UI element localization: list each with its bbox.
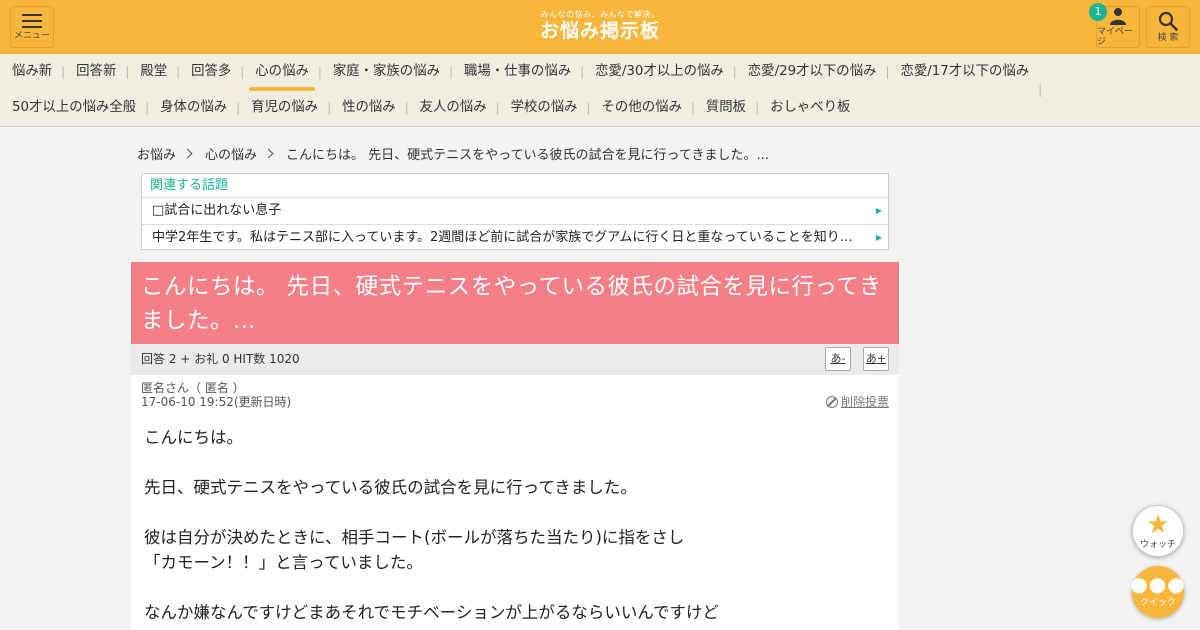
category-row-1: 悩み新 回答新 殿堂 回答多 心の悩み 家庭・家族の悩み 職場・仕事の悩み 恋愛… — [0, 54, 1053, 108]
cat-hall-of-fame[interactable]: 殿堂 — [125, 54, 179, 90]
notification-badge: 1 — [1089, 3, 1107, 21]
delete-vote-label: 削除投票 — [840, 395, 889, 409]
mypage-label: マイページ — [1097, 27, 1134, 47]
post-title-band: こんにちは。 先日、硬式テニスをやっている彼氏の試合を見に行ってきました。... — [131, 262, 899, 344]
menu-label: メニュー — [13, 31, 50, 41]
cat-new-posts[interactable]: 悩み新 — [0, 54, 64, 90]
post-stats-bar: 回答 2 + お礼 0 HIT数 1020 あ- あ+ — [131, 344, 899, 375]
cat-50-plus[interactable]: 50才以上の悩み全般 — [0, 90, 148, 126]
breadcrumb: お悩み 心の悩み こんにちは。 先日、硬式テニスをやっている彼氏の試合を見に行っ… — [137, 142, 769, 164]
arrow-right-icon: ▶ — [875, 206, 882, 215]
body-gap — [144, 575, 884, 600]
watch-label: ウォッチ — [1139, 539, 1176, 550]
cat-love-30-plus[interactable]: 恋愛/30才以上の悩み — [580, 54, 736, 90]
body-line: なんか嫌なんですけどまあそれでモチベーションが上がるならいいんですけど — [144, 603, 720, 622]
cat-sex[interactable]: 性の悩み — [327, 90, 408, 126]
post-author: 匿名さん（ 匿名 ） — [141, 381, 245, 395]
arrow-right-icon: ▶ — [875, 233, 882, 242]
mypage-button[interactable]: 1 マイページ — [1089, 3, 1140, 48]
quick-label: クイック — [1139, 597, 1176, 608]
body-gap — [144, 450, 884, 475]
chevron-right-icon — [263, 148, 274, 158]
post-date: 17-06-10 19:52(更新日時) — [141, 395, 292, 409]
cat-friends[interactable]: 友人の悩み — [405, 90, 499, 126]
cat-mind[interactable]: 心の悩み — [240, 54, 321, 91]
related-item-text: 中学2年生です。私はテニス部に入っています。2週間ほど前に試合が家族でグアムに行… — [152, 230, 888, 245]
category-nav: 悩み新 回答新 殿堂 回答多 心の悩み 家庭・家族の悩み 職場・仕事の悩み 恋愛… — [0, 54, 1200, 127]
body-line: こんにちは。 — [144, 428, 243, 447]
search-icon — [1158, 11, 1178, 31]
cat-new-answers[interactable]: 回答新 — [61, 54, 128, 90]
cat-most-answers[interactable]: 回答多 — [176, 54, 243, 90]
cat-love-29-under[interactable]: 恋愛/29才以下の悩み — [733, 54, 889, 90]
user-icon — [1110, 8, 1126, 25]
related-item[interactable]: 中学2年生です。私はテニス部に入っています。2週間ほど前に試合が家族でグアムに行… — [142, 225, 888, 251]
breadcrumb-category[interactable]: 心の悩み — [205, 144, 257, 163]
watch-button[interactable]: ★ ウォッチ — [1132, 505, 1184, 557]
related-item-text: □試合に出れない息子 — [152, 203, 282, 218]
star-icon: ★ — [1146, 509, 1170, 540]
post-meta: 匿名さん（ 匿名 ） 17-06-10 19:52(更新日時) — [141, 381, 291, 409]
cat-chat[interactable]: おしゃべり板 — [755, 90, 862, 126]
prohibit-icon — [825, 395, 838, 408]
menu-button[interactable]: メニュー — [10, 6, 54, 48]
body-gap — [144, 500, 884, 525]
logo-tagline: みんなの悩み、みんなで解決。 — [540, 10, 660, 19]
cat-questions[interactable]: 質問板 — [691, 90, 758, 126]
cat-love-17-under[interactable]: 恋愛/17才以下の悩み — [885, 54, 1041, 90]
post-stats: 回答 2 + お礼 0 HIT数 1020 — [141, 352, 300, 366]
site-logo[interactable]: みんなの悩み、みんなで解決。 お悩み掲示板 — [500, 10, 700, 42]
font-increase-button[interactable]: あ+ — [863, 347, 889, 371]
cat-family[interactable]: 家庭・家族の悩み — [318, 54, 452, 90]
body-line: 先日、硬式テニスをやっている彼氏の試合を見に行ってきました。 — [144, 478, 637, 497]
related-heading: 関連する話題 — [142, 174, 888, 198]
logo-name: お悩み掲示板 — [539, 20, 660, 42]
body-line: 「カモーン！！」と言っていました。 — [144, 553, 423, 572]
cat-parenting[interactable]: 育児の悩み — [236, 90, 330, 126]
delete-vote-link[interactable]: 削除投票 — [825, 393, 889, 410]
chevron-right-icon — [182, 148, 193, 158]
breadcrumb-current: こんにちは。 先日、硬式テニスをやっている彼氏の試合を見に行ってきました。... — [286, 147, 769, 163]
hamburger-icon — [22, 14, 42, 28]
cat-body[interactable]: 身体の悩み — [145, 90, 239, 126]
cat-school[interactable]: 学校の悩み — [496, 90, 590, 126]
more-dots-icon: ●●● — [1130, 571, 1186, 596]
font-decrease-button[interactable]: あ- — [825, 347, 851, 371]
post-card: 匿名さん（ 匿名 ） 17-06-10 19:52(更新日時) 削除投票 こんに… — [131, 375, 899, 630]
category-row-2: 50才以上の悩み全般 身体の悩み 育児の悩み 性の悩み 友人の悩み 学校の悩み … — [0, 90, 862, 126]
related-item[interactable]: □試合に出れない息子 ▶ — [142, 198, 888, 225]
post-body: こんにちは。 先日、硬式テニスをやっている彼氏の試合を見に行ってきました。 彼は… — [144, 425, 884, 625]
search-label: 検 索 — [1157, 33, 1179, 43]
cat-work[interactable]: 職場・仕事の悩み — [449, 54, 583, 90]
post-title: こんにちは。 先日、硬式テニスをやっている彼氏の試合を見に行ってきました。... — [141, 274, 882, 334]
related-topics: 関連する話題 □試合に出れない息子 ▶ 中学2年生です。私はテニス部に入っていま… — [141, 173, 889, 250]
cat-other[interactable]: その他の悩み — [587, 90, 694, 126]
breadcrumb-home[interactable]: お悩み — [137, 144, 176, 163]
top-header: メニュー みんなの悩み、みんなで解決。 お悩み掲示板 1 マイページ 検 索 — [0, 0, 1200, 54]
search-button[interactable]: 検 索 — [1146, 6, 1190, 48]
body-line: 彼は自分が決めたときに、相手コート(ボールが落ちた当たり)に指をさし — [144, 528, 685, 547]
quick-button[interactable]: ●●● クイック — [1130, 566, 1186, 618]
